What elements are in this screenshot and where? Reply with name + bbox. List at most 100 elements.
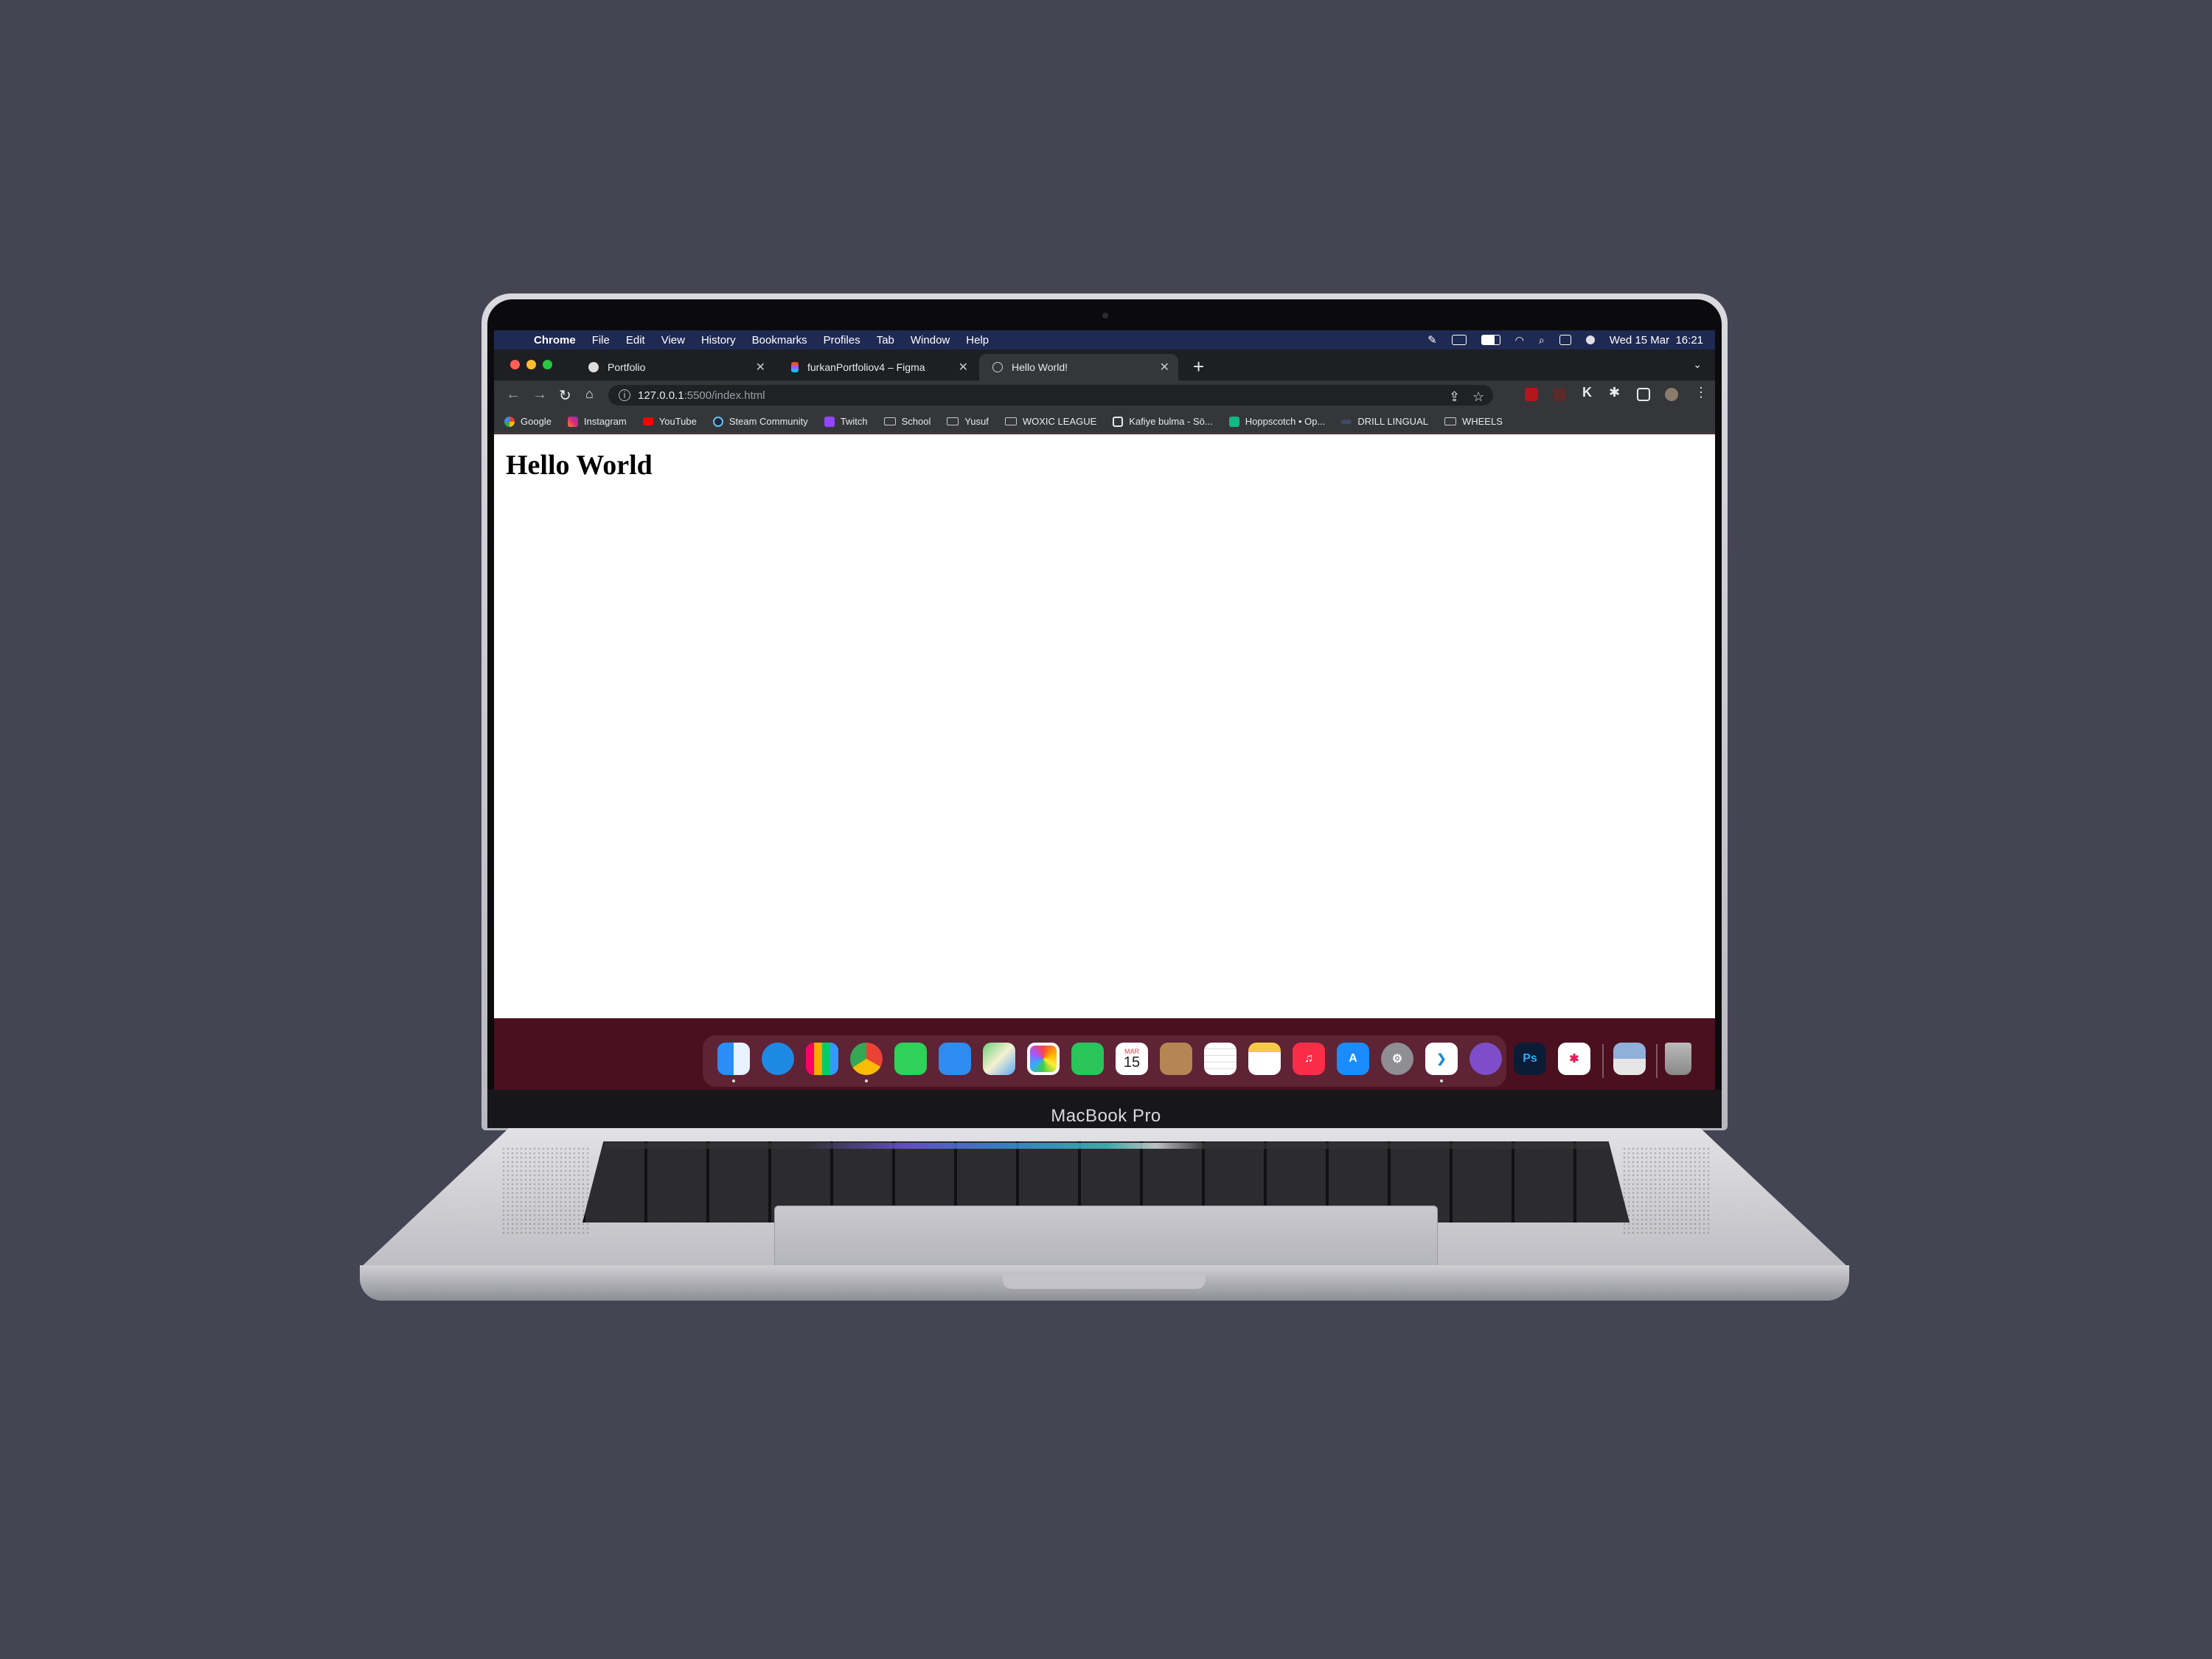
launchpad-icon[interactable] [806, 1043, 838, 1075]
twitch-icon [824, 416, 835, 427]
share-icon[interactable]: ⇪ [1449, 389, 1460, 405]
page-viewport: Hello World [494, 434, 1715, 1018]
bookmark-steam[interactable]: Steam Community [712, 416, 808, 427]
feather-icon[interactable]: ✎ [1427, 333, 1437, 347]
facetime-icon[interactable] [1071, 1043, 1104, 1075]
tab-portfolio[interactable]: Portfolio ✕ [575, 354, 774, 380]
display-icon[interactable] [1451, 335, 1467, 345]
menu-edit[interactable]: Edit [626, 334, 645, 347]
safari-icon[interactable] [762, 1043, 794, 1075]
menu-history[interactable]: History [701, 334, 736, 347]
trash-icon[interactable] [1665, 1043, 1691, 1075]
music-icon[interactable]: ♫ [1293, 1043, 1325, 1075]
touch-bar [605, 1143, 1607, 1149]
close-tab-icon[interactable]: ✕ [756, 360, 765, 375]
browser-toolbar: ← → ↻ ⌂ i 127.0.0.1 :5500/index.html ⇪ ☆… [494, 380, 1715, 410]
reminders-icon[interactable] [1204, 1043, 1237, 1075]
bookmark-label: Kafiye bulma - Sö... [1129, 416, 1213, 427]
globe-icon [992, 362, 1003, 372]
minimize-window-icon[interactable] [526, 360, 536, 369]
messages-icon[interactable] [894, 1043, 927, 1075]
search-icon[interactable]: ⌕ [1539, 334, 1545, 347]
bookmark-twitch[interactable]: Twitch [824, 416, 868, 427]
bookmark-wheels[interactable]: WHEELS [1444, 416, 1503, 427]
side-panel-icon[interactable] [1637, 388, 1650, 401]
home-icon[interactable]: ⌂ [585, 386, 594, 402]
screen: Chrome File Edit View History Bookmarks … [494, 330, 1715, 1090]
photos-icon[interactable] [1027, 1043, 1060, 1075]
menu-app-name[interactable]: Chrome [534, 334, 576, 347]
address-bar[interactable]: i 127.0.0.1 :5500/index.html ⇪ ☆ [608, 385, 1493, 406]
tab-figma[interactable]: furkanPortfoliov4 – Figma ✕ [778, 354, 977, 380]
vscode-icon[interactable]: ❯ [1425, 1043, 1458, 1075]
menu-help[interactable]: Help [966, 334, 989, 347]
bookmark-label: WHEELS [1461, 416, 1503, 427]
chrome-icon[interactable] [850, 1043, 883, 1075]
bookmark-yusuf[interactable]: Yusuf [947, 416, 989, 427]
preview-stack-icon[interactable] [1613, 1043, 1646, 1075]
youtube-icon [642, 417, 653, 425]
bookmark-youtube[interactable]: YouTube [642, 416, 697, 427]
zoom-window-icon[interactable] [543, 360, 552, 369]
bookmark-hoppscotch[interactable]: Hoppscotch • Op... [1228, 416, 1325, 427]
menu-view[interactable]: View [661, 334, 685, 347]
reload-icon[interactable]: ↻ [559, 386, 571, 405]
address-path: :5500/index.html [684, 389, 765, 402]
system-settings-icon[interactable]: ⚙ [1381, 1043, 1413, 1075]
app-store-icon[interactable]: A [1337, 1043, 1369, 1075]
mail-icon[interactable] [939, 1043, 971, 1075]
bookmark-instagram[interactable]: Instagram [567, 416, 627, 427]
bookmark-school[interactable]: School [883, 416, 931, 427]
k-extension-icon[interactable]: K [1582, 385, 1592, 400]
tab-search-chevron-icon[interactable]: ⌄ [1693, 358, 1702, 371]
bookmark-google[interactable]: Google [504, 416, 552, 427]
extension-icon[interactable] [1553, 388, 1566, 401]
puzzle-extensions-icon[interactable]: ✱ [1609, 385, 1620, 400]
device-brand-label: MacBook Pro [1051, 1106, 1161, 1126]
lid-opening-notch [1003, 1274, 1206, 1289]
close-window-icon[interactable] [510, 360, 520, 369]
github-icon[interactable] [1470, 1043, 1502, 1075]
forward-icon[interactable]: → [532, 386, 547, 403]
control-center-icon[interactable] [1559, 335, 1571, 345]
address-host: 127.0.0.1 [638, 389, 684, 402]
finder-icon[interactable] [717, 1043, 750, 1075]
running-indicator [865, 1079, 868, 1082]
battery-icon[interactable] [1481, 335, 1500, 345]
running-indicator [1440, 1079, 1443, 1082]
menu-profiles[interactable]: Profiles [824, 334, 860, 347]
slack-icon[interactable]: ✱ [1558, 1043, 1590, 1075]
close-tab-icon[interactable]: ✕ [1160, 360, 1169, 375]
menu-window[interactable]: Window [911, 334, 950, 347]
more-menu-icon[interactable]: ⋮ [1694, 385, 1708, 400]
menu-bookmarks[interactable]: Bookmarks [752, 334, 807, 347]
page-heading: Hello World [506, 450, 653, 481]
wifi-icon[interactable]: ◠ [1515, 334, 1524, 347]
tab-title: Hello World! [1012, 361, 1068, 373]
bookmark-woxic-league[interactable]: WOXIC LEAGUE [1004, 416, 1096, 427]
profile-avatar[interactable] [1665, 388, 1678, 401]
hoppscotch-icon [1228, 416, 1239, 427]
photoshop-icon[interactable]: Ps [1514, 1043, 1546, 1075]
contacts-icon[interactable] [1160, 1043, 1192, 1075]
bookmark-kafiye[interactable]: Kafiye bulma - Sö... [1113, 416, 1213, 427]
notes-icon[interactable] [1248, 1043, 1281, 1075]
calendar-icon[interactable]: MAR 15 [1116, 1043, 1148, 1075]
maps-icon[interactable] [983, 1043, 1015, 1075]
ublock-extension-icon[interactable] [1525, 388, 1538, 401]
new-tab-icon[interactable]: + [1193, 355, 1204, 378]
status-tray: ✎ ◠ ⌕ Wed 15 Mar 16:21 [1427, 330, 1703, 349]
menu-tab[interactable]: Tab [877, 334, 894, 347]
menubar-clock[interactable]: Wed 15 Mar 16:21 [1610, 334, 1703, 347]
dock-separator [1602, 1044, 1604, 1078]
menu-file[interactable]: File [592, 334, 610, 347]
siri-icon[interactable] [1585, 335, 1595, 344]
site-info-icon[interactable]: i [619, 389, 630, 401]
tab-hello-world[interactable]: Hello World! ✕ [979, 354, 1178, 380]
bookmark-star-icon[interactable]: ☆ [1472, 389, 1484, 405]
back-icon[interactable]: ← [506, 386, 521, 403]
close-tab-icon[interactable]: ✕ [959, 360, 968, 375]
trackpad [774, 1206, 1438, 1272]
bookmark-drill-lingual[interactable]: DRILL LINGUAL [1341, 416, 1428, 427]
drill-icon [1341, 419, 1352, 424]
